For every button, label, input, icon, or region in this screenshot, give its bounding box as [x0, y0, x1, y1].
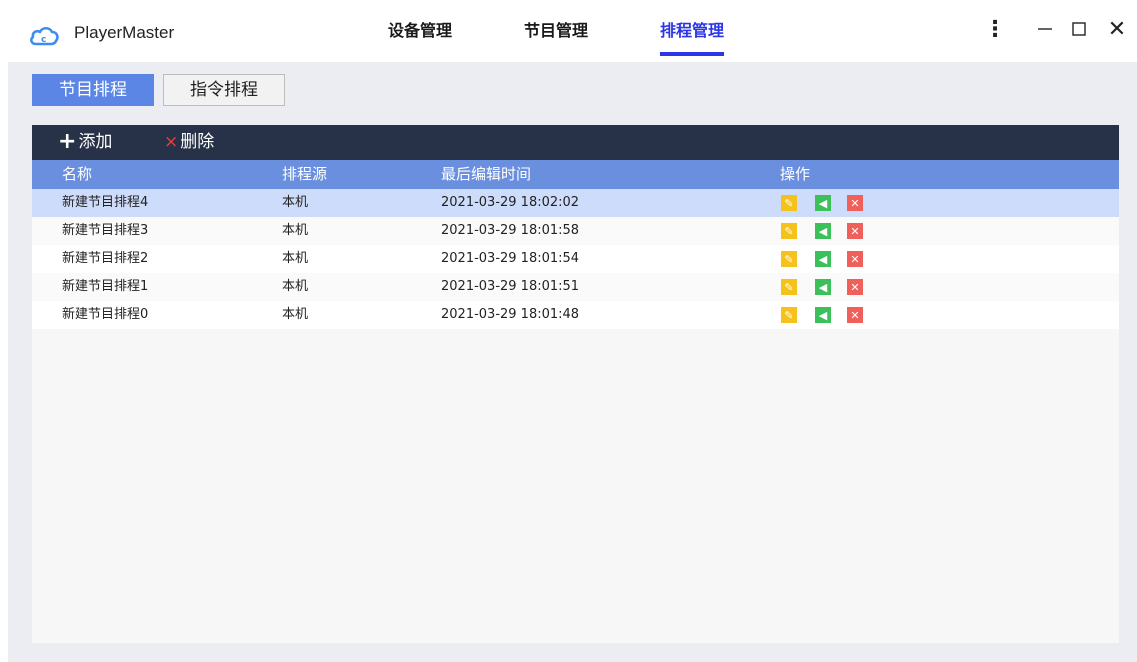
column-header-source[interactable]: 排程源 — [282, 164, 327, 184]
send-icon[interactable]: ◀ — [815, 251, 831, 267]
add-button-label: 添加 — [78, 132, 113, 152]
nav-tab-program-label: 节目管理 — [524, 21, 589, 40]
send-icon[interactable]: ◀ — [815, 279, 831, 295]
app-window: c PlayerMaster 设备管理 节目管理 排程管理 ⋮ ✕ 节目排程 指… — [8, 8, 1137, 662]
nav-tab-device[interactable]: 设备管理 — [388, 18, 452, 62]
edit-icon[interactable]: ✎ — [781, 195, 797, 211]
nav-tab-device-label: 设备管理 — [388, 21, 453, 40]
title-bar: c PlayerMaster 设备管理 节目管理 排程管理 ⋮ ✕ — [8, 8, 1137, 62]
table-row[interactable]: 新建节目排程1 本机 2021-03-29 18:01:51 ✎ ◀ ✕ — [32, 273, 1119, 301]
nav-tab-schedule-label: 排程管理 — [660, 21, 725, 40]
delete-button-label: 删除 — [180, 132, 215, 152]
plus-icon: + — [58, 129, 77, 154]
row-modified: 2021-03-29 18:01:54 — [441, 251, 580, 266]
more-menu-button[interactable]: ⋮ — [980, 14, 1010, 44]
row-name: 新建节目排程2 — [62, 251, 149, 266]
table-row[interactable]: 新建节目排程0 本机 2021-03-29 18:01:48 ✎ ◀ ✕ — [32, 301, 1119, 329]
table-row[interactable]: 新建节目排程3 本机 2021-03-29 18:01:58 ✎ ◀ ✕ — [32, 217, 1119, 245]
close-icon: ✕ — [1107, 16, 1127, 42]
delete-icon[interactable]: ✕ — [847, 307, 863, 323]
nav-tab-schedule[interactable]: 排程管理 — [660, 18, 725, 62]
row-source: 本机 — [282, 223, 309, 238]
delete-button[interactable]: × 删除 — [164, 130, 214, 154]
maximize-button[interactable] — [1064, 14, 1094, 44]
edit-icon[interactable]: ✎ — [781, 251, 797, 267]
row-name: 新建节目排程4 — [62, 195, 149, 210]
column-header-operations: 操作 — [780, 165, 811, 183]
sub-tab-command-schedule[interactable]: 指令排程 — [163, 74, 285, 106]
row-source: 本机 — [282, 251, 309, 266]
schedule-panel: + 添加 × 删除 名称 排程源 最后编辑时间 操作 新建节目排程4 本机 20… — [32, 125, 1119, 643]
send-icon[interactable]: ◀ — [815, 195, 831, 211]
delete-icon[interactable]: ✕ — [847, 251, 863, 267]
row-modified: 2021-03-29 18:01:58 — [441, 223, 580, 238]
row-name: 新建节目排程3 — [62, 223, 149, 238]
more-vertical-icon: ⋮ — [984, 16, 1006, 42]
minimize-button[interactable] — [1030, 14, 1060, 44]
column-header-modified[interactable]: 最后编辑时间 — [441, 164, 531, 184]
table-row[interactable]: 新建节目排程4 本机 2021-03-29 18:02:02 ✎ ◀ ✕ — [32, 189, 1119, 217]
edit-icon[interactable]: ✎ — [781, 223, 797, 239]
minimize-icon — [1038, 28, 1052, 30]
row-name: 新建节目排程0 — [62, 307, 149, 322]
maximize-icon — [1072, 22, 1086, 36]
row-modified: 2021-03-29 18:01:51 — [441, 279, 580, 294]
row-source: 本机 — [282, 307, 309, 322]
row-source: 本机 — [282, 279, 309, 294]
delete-icon[interactable]: ✕ — [847, 195, 863, 211]
svg-text:c: c — [41, 35, 46, 45]
table-toolbar: + 添加 × 删除 — [32, 125, 1119, 160]
send-icon[interactable]: ◀ — [815, 223, 831, 239]
delete-icon[interactable]: ✕ — [847, 279, 863, 295]
close-icon: × — [164, 132, 179, 152]
row-modified: 2021-03-29 18:02:02 — [441, 195, 580, 210]
row-name: 新建节目排程1 — [62, 279, 149, 294]
send-icon[interactable]: ◀ — [815, 307, 831, 323]
edit-icon[interactable]: ✎ — [781, 279, 797, 295]
row-modified: 2021-03-29 18:01:48 — [441, 307, 580, 322]
edit-icon[interactable]: ✎ — [781, 307, 797, 323]
close-button[interactable]: ✕ — [1102, 14, 1132, 44]
table-header: 名称 排程源 最后编辑时间 操作 — [32, 160, 1119, 189]
column-header-name[interactable]: 名称 — [62, 164, 92, 184]
sub-tab-program-schedule[interactable]: 节目排程 — [32, 74, 154, 106]
nav-tab-program[interactable]: 节目管理 — [524, 18, 588, 62]
cloud-logo-icon: c — [30, 26, 59, 46]
delete-icon[interactable]: ✕ — [847, 223, 863, 239]
row-source: 本机 — [282, 195, 309, 210]
table-row[interactable]: 新建节目排程2 本机 2021-03-29 18:01:54 ✎ ◀ ✕ — [32, 245, 1119, 273]
app-title: PlayerMaster — [74, 23, 175, 42]
active-tab-indicator — [660, 52, 725, 56]
add-button[interactable]: + 添加 — [58, 130, 112, 154]
